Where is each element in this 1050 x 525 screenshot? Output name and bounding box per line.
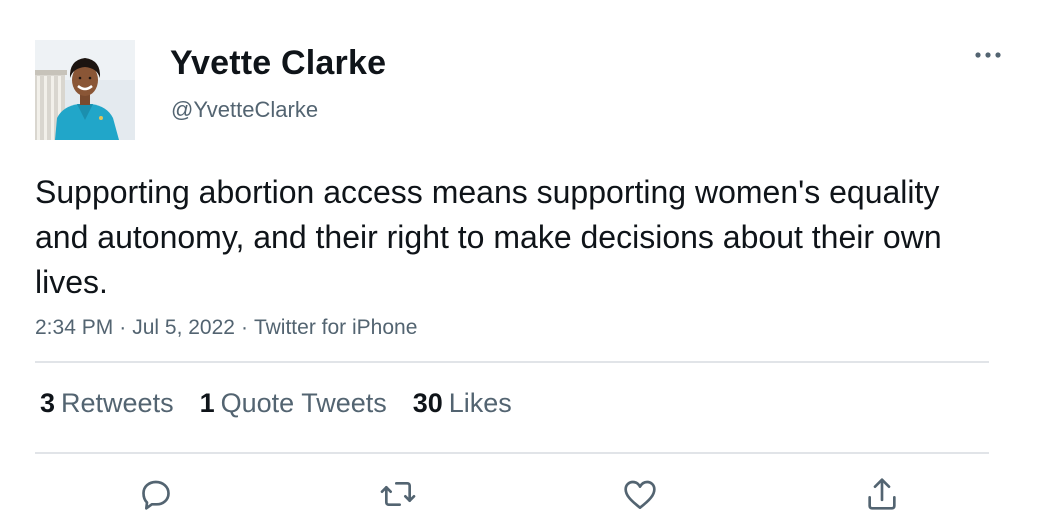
engagement-stats: 3 Retweets 1 Quote Tweets 30 Likes [40,388,538,419]
divider [35,452,989,454]
more-options-button[interactable] [968,40,1008,70]
more-horizontal-icon [975,52,1001,58]
retweets-label: Retweets [61,388,174,418]
heart-icon [624,480,656,509]
retweets-count: 3 [40,388,56,418]
retweets-stat[interactable]: 3 Retweets [40,388,174,419]
tweet-date[interactable]: Jul 5, 2022 [132,316,235,339]
retweet-button[interactable] [376,472,420,516]
quote-tweets-count: 1 [199,388,215,418]
quote-tweets-label: Quote Tweets [220,388,387,418]
meta-separator: · [240,316,248,339]
meta-separator: · [119,316,127,339]
profile-photo-icon [35,40,135,140]
likes-count: 30 [412,388,443,418]
retweet-icon [380,482,416,506]
share-button[interactable] [860,472,904,516]
display-name[interactable]: Yvette Clarke [170,44,386,83]
divider [35,361,989,363]
reply-icon [142,480,170,510]
tweet-source[interactable]: Twitter for iPhone [254,316,417,339]
tweet-time[interactable]: 2:34 PM [35,316,113,339]
avatar[interactable] [35,40,135,140]
tweet-metadata: 2:34 PM · Jul 5, 2022 · Twitter for iPhone [35,316,417,340]
quote-tweets-stat[interactable]: 1 Quote Tweets [200,388,387,419]
share-icon [868,478,896,510]
tweet-card: Yvette Clarke @YvetteClarke Supporting a… [0,0,1050,525]
tweet-text: Supporting abortion access means support… [35,174,942,300]
reply-button[interactable] [134,472,178,516]
user-handle[interactable]: @YvetteClarke [171,97,318,123]
like-button[interactable] [618,472,662,516]
likes-label: Likes [448,388,512,418]
likes-stat[interactable]: 30 Likes [413,388,512,419]
